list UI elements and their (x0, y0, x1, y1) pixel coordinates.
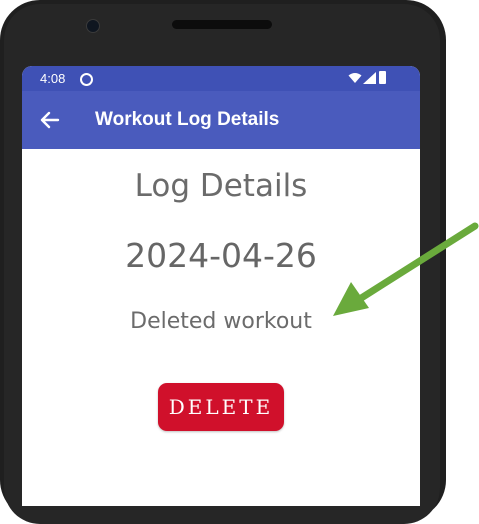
circle-indicator-icon (80, 73, 93, 86)
earpiece-speaker (172, 20, 272, 29)
delete-button[interactable]: DELETE (158, 383, 284, 431)
page-title: Log Details (134, 168, 308, 204)
arrow-back-icon (40, 111, 60, 129)
app-bar-title: Workout Log Details (95, 109, 280, 130)
back-button[interactable] (34, 105, 64, 135)
status-time: 4:08 (40, 71, 66, 86)
wifi-icon (348, 73, 362, 83)
front-camera-icon (86, 19, 100, 33)
battery-icon (379, 71, 386, 84)
app-bar: Workout Log Details (22, 91, 420, 149)
green-arrow-icon (333, 222, 479, 316)
signal-icon (363, 72, 376, 84)
status-bar: 4:08 (22, 66, 420, 91)
